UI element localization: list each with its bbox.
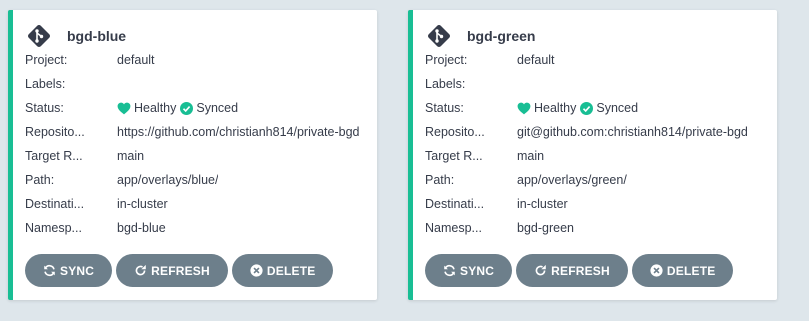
sync-button[interactable]: SYNC [25,254,113,287]
target-revision-row: Target R... main [425,144,769,168]
delete-icon [650,264,663,277]
status-label: Status: [25,101,64,115]
refresh-button-label: REFRESH [551,263,610,278]
path-row: Path: app/overlays/blue/ [25,168,369,192]
sync-button-label: SYNC [60,263,95,278]
refresh-button[interactable]: REFRESH [516,254,628,287]
heart-icon [117,102,131,114]
git-icon [427,24,451,48]
labels-label: Labels: [425,77,466,91]
destination-row: Destinati... in-cluster [25,192,369,216]
delete-button[interactable]: DELETE [631,254,734,287]
app-title[interactable]: bgd-blue [67,28,126,44]
sync-icon [44,264,55,277]
target-revision-row: Target R... main [25,144,369,168]
path-value: app/overlays/green/ [517,173,627,187]
check-circle-icon [180,101,194,115]
project-value: default [517,53,555,67]
repository-value: git@github.com:christianh814/private-bgd [517,125,748,139]
sync-icon [444,264,455,277]
namespace-label: Namesp... [25,221,82,235]
path-label: Path: [425,173,455,187]
status-label: Status: [425,101,464,115]
target-revision-label: Target R... [425,149,483,163]
repository-label: Reposito... [25,125,85,139]
destination-value: in-cluster [517,197,568,211]
health-status: Healthy [134,101,177,115]
labels-label: Labels: [25,77,66,91]
sync-status: Synced [596,101,639,115]
namespace-row: Namesp... bgd-blue [25,216,369,240]
delete-button-label: DELETE [666,263,716,278]
path-value: app/overlays/blue/ [117,173,219,187]
repository-value: https://github.com/christianh814/private… [117,125,360,139]
repository-row: Reposito... https://github.com/christian… [25,120,369,144]
git-icon [27,24,51,48]
repository-label: Reposito... [425,125,485,139]
destination-label: Destinati... [425,197,485,211]
namespace-value: bgd-blue [117,221,166,235]
check-circle-icon [580,101,594,115]
delete-button-label: DELETE [266,263,316,278]
namespace-label: Namesp... [425,221,482,235]
sync-button-label: SYNC [460,263,495,278]
card-header: bgd-green [427,24,535,48]
heart-icon [517,102,531,114]
refresh-button[interactable]: REFRESH [116,254,228,287]
labels-row: Labels: [25,72,369,96]
app-title[interactable]: bgd-green [467,28,535,44]
repository-row: Reposito... git@github.com:christianh814… [425,120,769,144]
labels-row: Labels: [425,72,769,96]
target-revision-value: main [517,149,545,163]
health-status: Healthy [534,101,577,115]
app-card[interactable]: bgd-blue Project: default Labels: Status… [8,10,377,300]
project-label: Project: [25,53,68,67]
refresh-button-label: REFRESH [151,263,210,278]
project-row: Project: default [425,48,769,72]
path-row: Path: app/overlays/green/ [425,168,769,192]
status-row: Status: Healthy Synced [425,96,769,120]
sync-button[interactable]: SYNC [425,254,513,287]
destination-label: Destinati... [25,197,85,211]
refresh-icon [135,264,146,276]
project-row: Project: default [25,48,369,72]
card-header: bgd-blue [27,24,126,48]
app-card[interactable]: bgd-green Project: default Labels: Statu… [408,10,777,300]
destination-row: Destinati... in-cluster [425,192,769,216]
status-row: Status: Healthy Synced [25,96,369,120]
namespace-row: Namesp... bgd-green [425,216,769,240]
destination-value: in-cluster [117,197,168,211]
sync-status: Synced [196,101,239,115]
project-label: Project: [425,53,468,67]
namespace-value: bgd-green [517,221,574,235]
path-label: Path: [25,173,55,187]
project-value: default [117,53,155,67]
target-revision-label: Target R... [25,149,83,163]
delete-button[interactable]: DELETE [231,254,334,287]
target-revision-value: main [117,149,145,163]
refresh-icon [535,264,546,276]
delete-icon [250,264,263,277]
